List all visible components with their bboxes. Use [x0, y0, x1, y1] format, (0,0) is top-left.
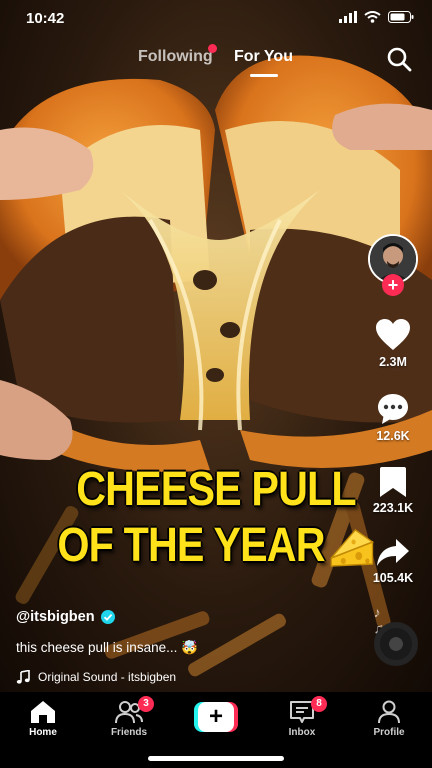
overlay-caption-line-2-text: OF THE YEAR [57, 519, 325, 572]
battery-icon [388, 11, 414, 23]
music-note-icon [16, 670, 30, 684]
search-button[interactable] [386, 46, 412, 72]
sound-name: Original Sound - itsbigben [38, 670, 177, 684]
wifi-icon [364, 11, 381, 23]
post-description[interactable]: this cheese pull is insane... 🤯 [16, 640, 346, 656]
username-row: @itsbigben [16, 609, 346, 625]
comment-count: 12.6K [376, 429, 410, 443]
bookmark-icon [380, 467, 406, 497]
creator-username[interactable]: @itsbigben [16, 609, 95, 625]
like-count: 2.3M [379, 355, 407, 369]
signal-icon [339, 11, 357, 23]
share-button[interactable]: 105.4K [364, 538, 422, 585]
profile-icon [378, 700, 400, 724]
plus-icon: + [198, 702, 234, 732]
comment-button[interactable]: 12.6K [364, 392, 422, 443]
creator-avatar-button[interactable]: + [368, 234, 418, 296]
nav-friends-label: Friends [110, 727, 148, 738]
status-time: 10:42 [26, 10, 65, 27]
share-icon [377, 539, 409, 566]
sound-row[interactable]: Original Sound - itsbigben [16, 670, 346, 684]
video-overlay-caption: CHEESE PULL OF THE YEAR [30, 462, 402, 574]
home-indicator [148, 756, 284, 761]
heart-icon [376, 319, 410, 350]
search-icon [387, 47, 412, 72]
sound-disc-button[interactable] [374, 622, 418, 666]
inbox-badge: 8 [311, 696, 327, 712]
share-count: 105.4K [372, 571, 414, 585]
active-tab-indicator [250, 74, 278, 77]
nav-home[interactable]: Home [0, 700, 86, 738]
overlay-caption-line-1: CHEESE PULL [76, 463, 356, 516]
nav-friends[interactable]: 3 Friends [86, 696, 172, 738]
nav-inbox[interactable]: 8 Inbox [259, 696, 345, 738]
friends-badge: 3 [138, 696, 154, 712]
status-icons [339, 11, 414, 23]
feed-tabs: Following For You [0, 44, 432, 82]
save-count: 223.1K [372, 501, 414, 515]
like-button[interactable]: 2.3M [364, 318, 422, 369]
nav-profile[interactable]: Profile [346, 700, 432, 738]
nav-home-label: Home [29, 727, 57, 738]
post-caption: @itsbigben this cheese pull is insane...… [16, 609, 346, 684]
following-notification-dot [208, 44, 217, 53]
save-button[interactable]: 223.1K [364, 466, 422, 515]
overlay-caption-line-2: OF THE YEAR [30, 518, 402, 574]
home-icon [31, 701, 55, 723]
tab-for-you[interactable]: For You [234, 48, 293, 66]
create-button[interactable]: + [194, 702, 238, 732]
nav-inbox-label: Inbox [288, 727, 316, 738]
status-bar: 10:42 [0, 0, 432, 36]
follow-button[interactable]: + [382, 274, 404, 296]
comment-icon [378, 394, 408, 424]
nav-profile-label: Profile [373, 727, 405, 738]
tab-following[interactable]: Following [138, 48, 213, 66]
verified-badge-icon [100, 610, 115, 624]
